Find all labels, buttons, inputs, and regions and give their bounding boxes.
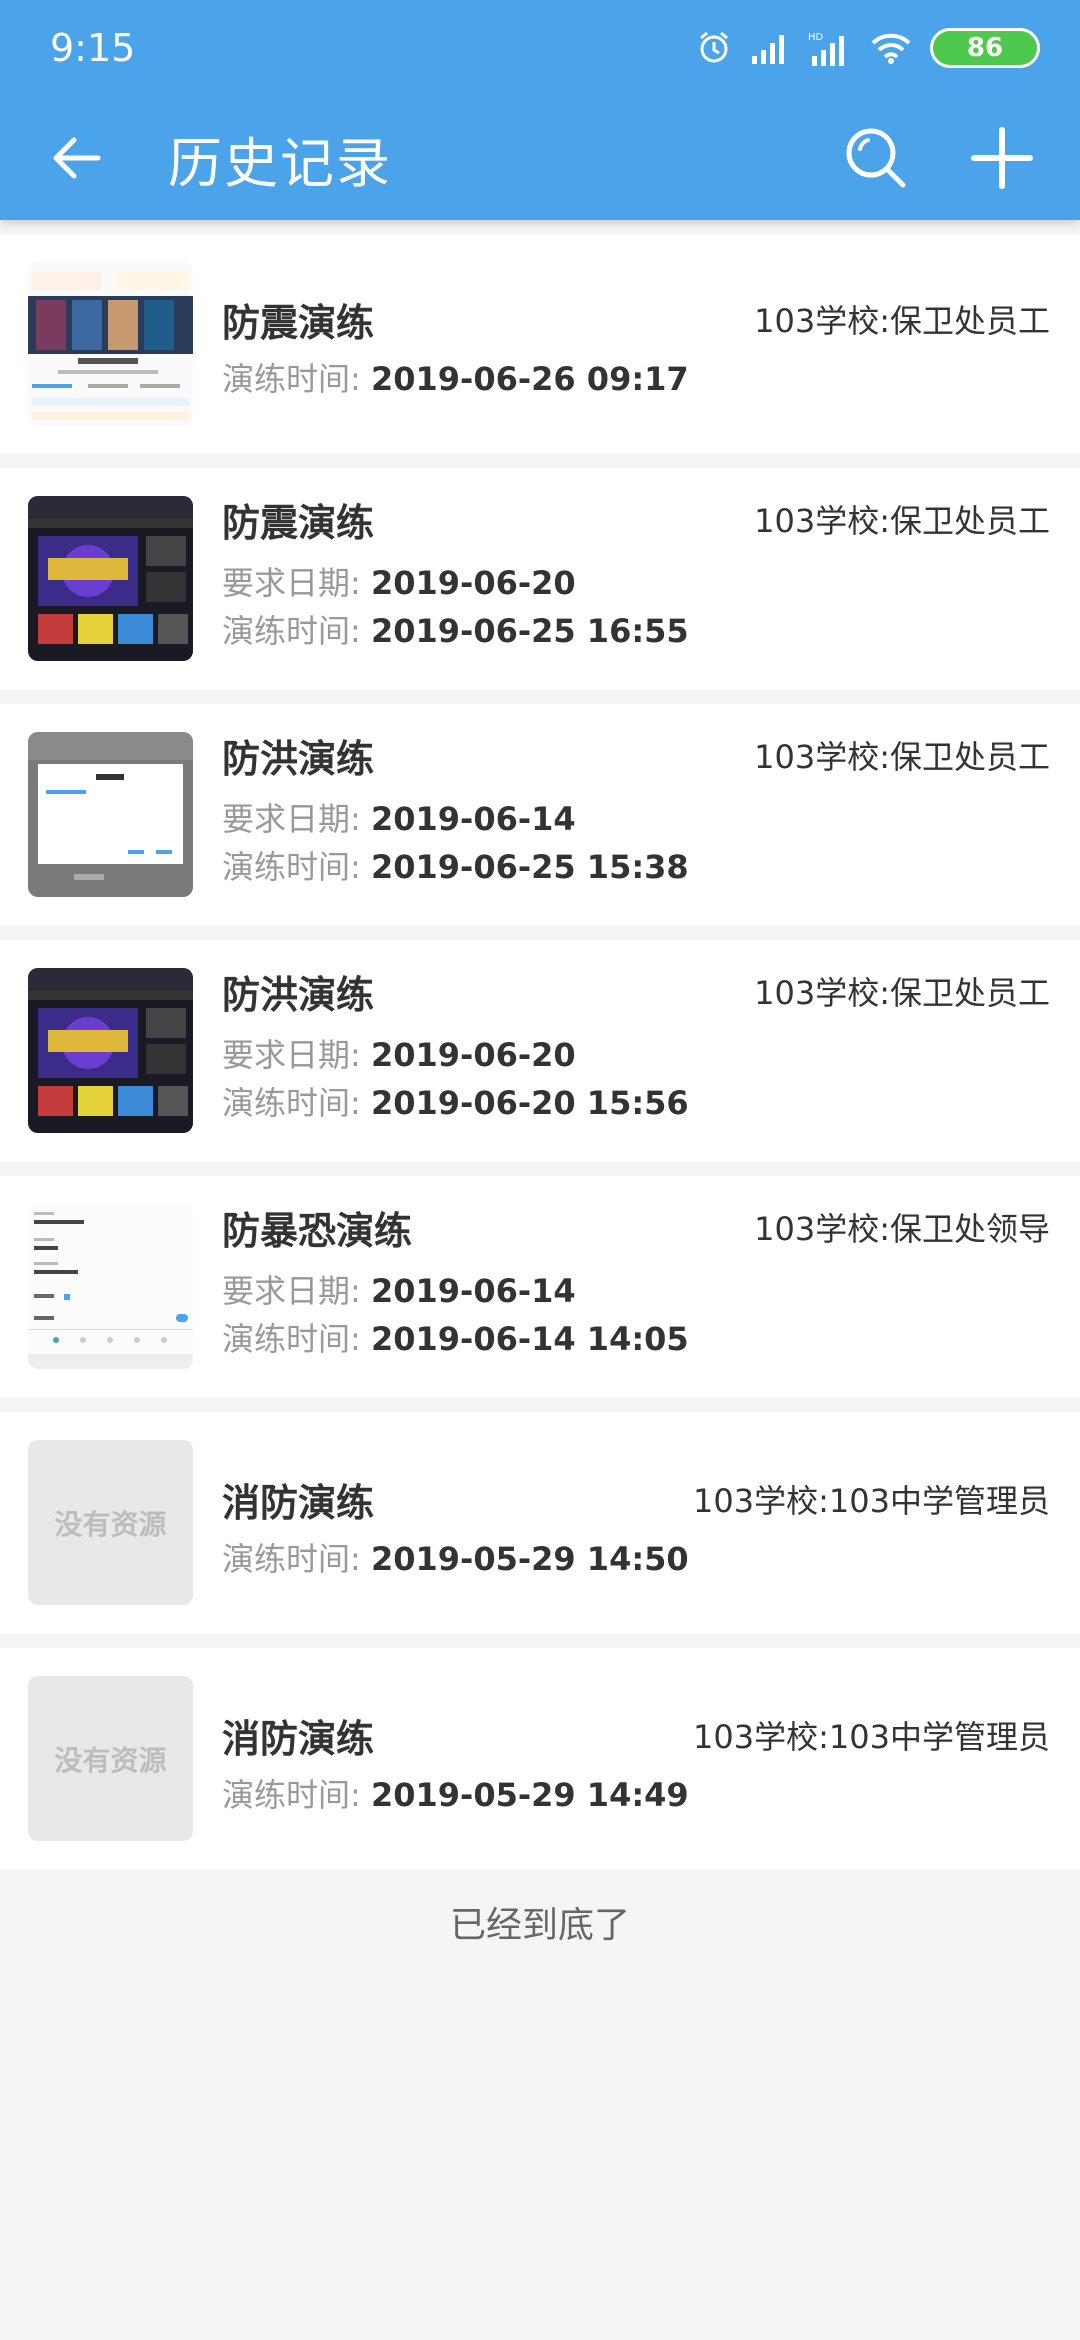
item-org: 103学校:103中学管理员 [693, 1482, 1050, 1520]
item-title: 防暴恐演练 [222, 1209, 413, 1253]
drill-time-value: 2019-06-20 15:56 [370, 1084, 689, 1122]
list-item[interactable]: 防震演练 103学校:保卫处员工 要求日期: 2019-06-20 演练时间: … [0, 468, 1080, 690]
search-button[interactable] [838, 120, 914, 196]
list-item[interactable]: 防暴恐演练 103学校:保卫处领导 要求日期: 2019-06-14 演练时间:… [0, 1176, 1080, 1398]
item-org: 103学校:103中学管理员 [693, 1718, 1050, 1756]
alarm-icon [696, 30, 732, 66]
end-of-list-text: 已经到底了 [449, 1905, 630, 1946]
app-screenshot-thumbnail [28, 262, 193, 427]
page-title: 历史记录 [168, 131, 392, 195]
add-button[interactable] [964, 120, 1040, 196]
drill-time-row: 演练时间: 2019-05-29 14:50 [222, 1534, 689, 1580]
list-item[interactable]: 防洪演练 103学校:保卫处员工 要求日期: 2019-06-20 演练时间: … [0, 940, 1080, 1162]
drill-time-row: 演练时间: 2019-06-26 09:17 [222, 354, 689, 400]
drill-time-value: 2019-05-29 14:49 [370, 1776, 689, 1814]
list-item[interactable]: 没有资源 消防演练 103学校:103中学管理员 演练时间: 2019-05-2… [0, 1412, 1080, 1634]
drill-time-row: 演练时间: 2019-06-25 15:38 [222, 842, 689, 888]
hd-signal-icon: HD [808, 30, 852, 66]
thumbnail[interactable] [28, 496, 193, 661]
drill-time-row: 演练时间: 2019-06-14 14:05 [222, 1314, 689, 1360]
svg-text:HD: HD [808, 32, 824, 43]
form-screenshot-thumbnail [28, 1204, 193, 1369]
item-org: 103学校:保卫处领导 [754, 1210, 1050, 1248]
required-date-label: 要求日期: [222, 1272, 361, 1310]
drill-time-value: 2019-05-29 14:50 [370, 1540, 689, 1578]
required-date-row: 要求日期: 2019-06-20 [222, 558, 576, 604]
game-poster-thumbnail [28, 496, 193, 661]
drill-time-label: 演练时间: [222, 360, 361, 398]
wifi-icon [870, 32, 912, 64]
arrow-left-icon [53, 137, 101, 179]
thumbnail[interactable] [28, 732, 193, 897]
drill-time-value: 2019-06-25 16:55 [370, 612, 689, 650]
drill-time-value: 2019-06-26 09:17 [370, 360, 689, 398]
item-org: 103学校:保卫处员工 [754, 974, 1050, 1012]
drill-time-value: 2019-06-25 15:38 [370, 848, 689, 886]
item-title: 消防演练 [222, 1481, 375, 1525]
list-item[interactable]: 防震演练 103学校:保卫处员工 演练时间: 2019-06-26 09:17 [0, 234, 1080, 454]
no-resource-thumbnail[interactable]: 没有资源 [28, 1676, 193, 1841]
thumbnail[interactable] [28, 968, 193, 1133]
app-bar: 历史记录 [0, 96, 1080, 220]
required-date-row: 要求日期: 2019-06-14 [222, 1266, 576, 1312]
required-date-value: 2019-06-20 [370, 1036, 576, 1074]
thumbnail[interactable] [28, 262, 193, 427]
drill-time-value: 2019-06-14 14:05 [370, 1320, 689, 1358]
signal-icon [750, 32, 790, 64]
item-title: 防洪演练 [222, 973, 375, 1017]
drill-time-label: 演练时间: [222, 612, 361, 650]
required-date-value: 2019-06-20 [370, 564, 576, 602]
drill-time-label: 演练时间: [222, 1084, 361, 1122]
item-title: 防洪演练 [222, 737, 375, 781]
thumbnail[interactable] [28, 1204, 193, 1369]
search-icon [846, 128, 906, 188]
drill-time-label: 演练时间: [222, 1776, 361, 1814]
battery-icon: 86 [930, 28, 1040, 68]
no-resource-thumbnail[interactable]: 没有资源 [28, 1440, 193, 1605]
item-title: 消防演练 [222, 1717, 375, 1761]
required-date-row: 要求日期: 2019-06-14 [222, 794, 576, 840]
item-title: 防震演练 [222, 301, 375, 345]
required-date-label: 要求日期: [222, 1036, 361, 1074]
drill-time-row: 演练时间: 2019-06-25 16:55 [222, 606, 689, 652]
required-date-label: 要求日期: [222, 800, 361, 838]
drill-time-label: 演练时间: [222, 848, 361, 886]
required-date-row: 要求日期: 2019-06-20 [222, 1030, 576, 1076]
item-title: 防震演练 [222, 501, 375, 545]
required-date-label: 要求日期: [222, 564, 361, 602]
list-item[interactable]: 没有资源 消防演练 103学校:103中学管理员 演练时间: 2019-05-2… [0, 1648, 1080, 1870]
status-time: 9:15 [50, 26, 136, 70]
back-button[interactable] [42, 123, 112, 193]
drill-time-row: 演练时间: 2019-05-29 14:49 [222, 1770, 689, 1816]
game-poster-thumbnail [28, 968, 193, 1133]
plus-icon [971, 127, 1033, 189]
drill-time-label: 演练时间: [222, 1320, 361, 1358]
dialog-screenshot-thumbnail [28, 732, 193, 897]
drill-time-row: 演练时间: 2019-06-20 15:56 [222, 1078, 689, 1124]
required-date-value: 2019-06-14 [370, 1272, 576, 1310]
item-org: 103学校:保卫处员工 [754, 302, 1050, 340]
status-bar: 9:15 HD 86 [0, 0, 1080, 96]
item-org: 103学校:保卫处员工 [754, 738, 1050, 776]
item-org: 103学校:保卫处员工 [754, 502, 1050, 540]
required-date-value: 2019-06-14 [370, 800, 576, 838]
status-icons: HD 86 [696, 28, 1040, 68]
drill-time-label: 演练时间: [222, 1540, 361, 1578]
list-item[interactable]: 防洪演练 103学校:保卫处员工 要求日期: 2019-06-14 演练时间: … [0, 704, 1080, 926]
